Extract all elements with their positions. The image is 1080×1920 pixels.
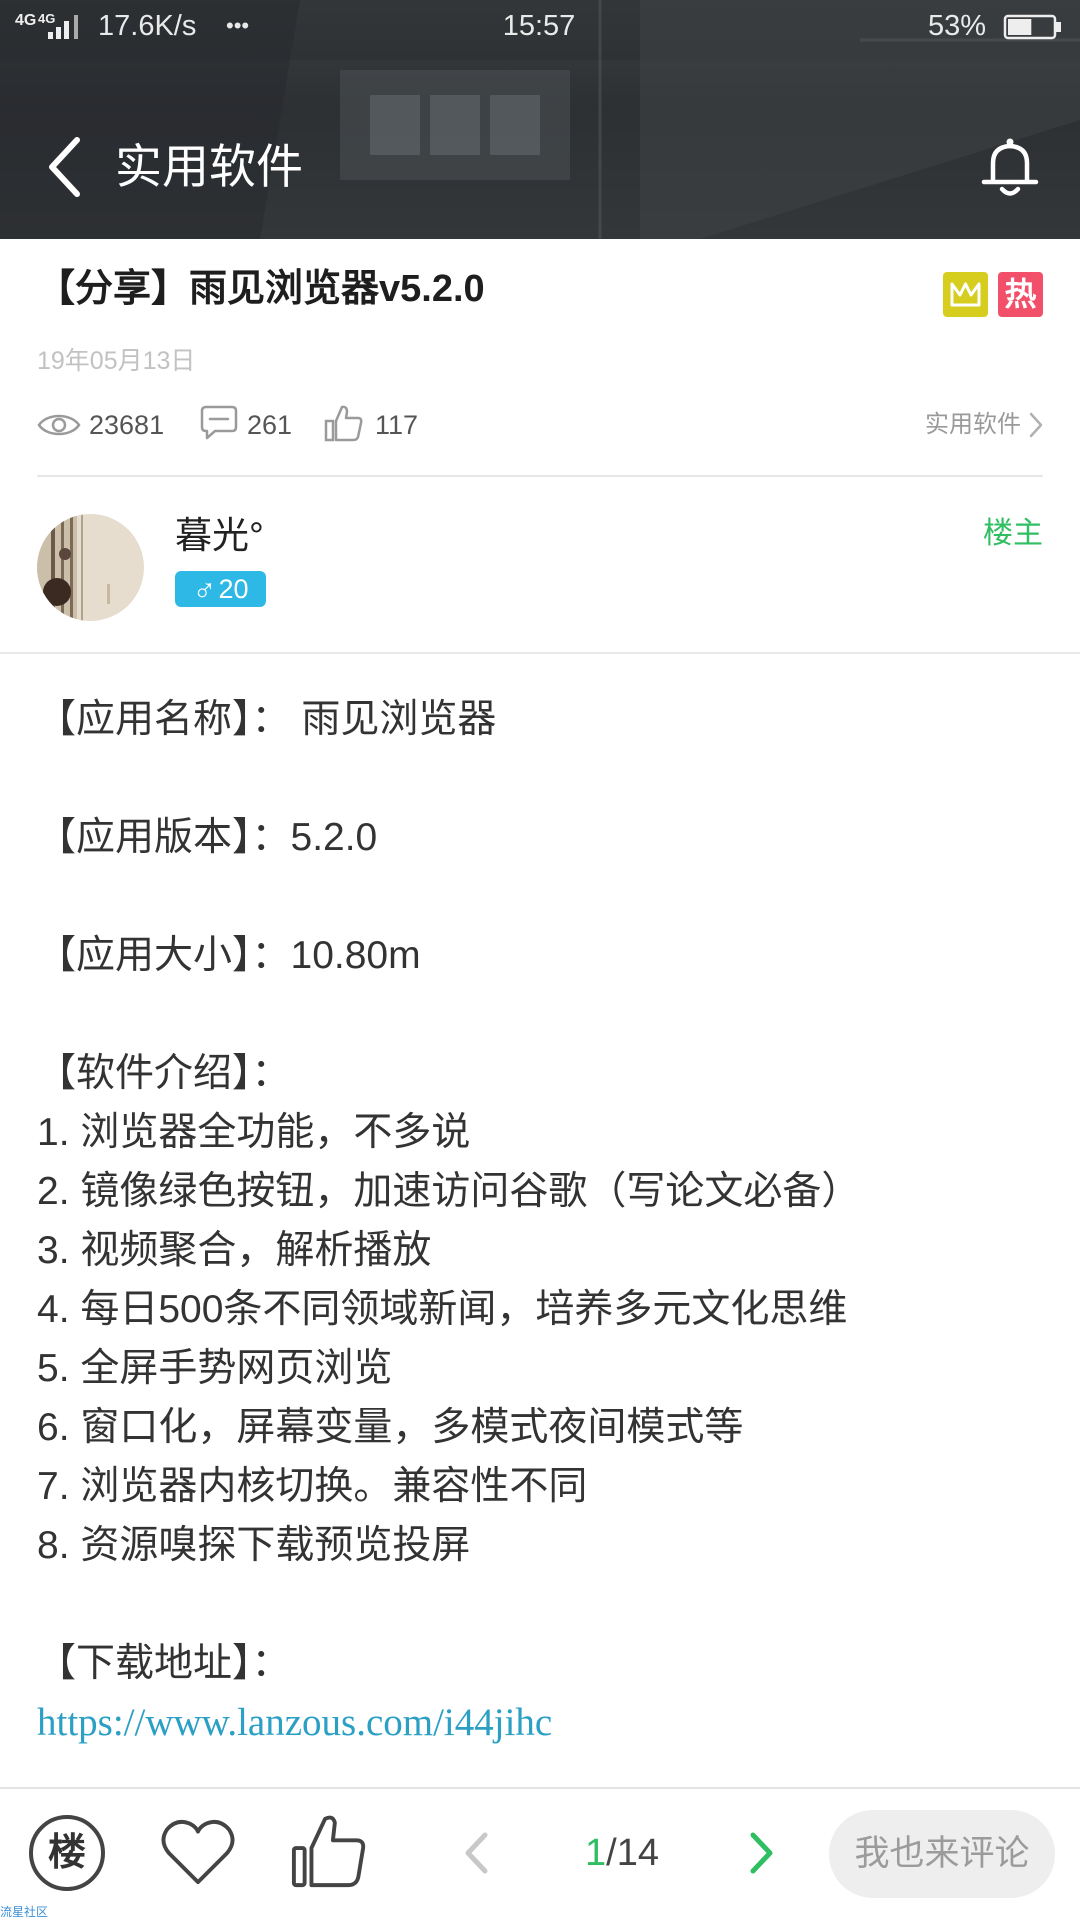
intro-item: 2. 镜像绿色按钮，加速访问谷歌（写论文必备） [37, 1170, 861, 1213]
thumbs-up-icon [324, 405, 363, 442]
heart-icon[interactable] [159, 1818, 237, 1888]
watermark: 流星社区 [0, 1905, 49, 1919]
page-indicator[interactable]: 1/14 [560, 1830, 684, 1876]
battery-icon [1003, 14, 1061, 40]
intro-item: 6. 窗口化，屏幕变量，多模式夜间模式等 [37, 1406, 744, 1449]
divider [37, 475, 1043, 477]
eye-icon [37, 414, 81, 436]
crown-icon [943, 272, 988, 317]
avatar[interactable] [37, 514, 144, 621]
signal-icon [48, 15, 78, 39]
user-level: 20 [218, 574, 249, 604]
chevron-left-icon[interactable] [46, 135, 82, 199]
intro-item: 4. 每日500条不同领域新闻，培养多元文化思维 [37, 1288, 848, 1331]
intro-heading: 【软件介绍】： [37, 1052, 291, 1095]
current-page: 1 [585, 1832, 607, 1874]
gender-level-badge: ♂ 20 [175, 571, 266, 607]
clock: 15:57 [502, 10, 576, 42]
intro-item: 8. 资源嗅探下载预览投屏 [37, 1524, 471, 1567]
comment-icon [200, 405, 238, 440]
next-page-icon[interactable] [749, 1831, 775, 1875]
post-title: 【分享】雨见浏览器v5.2.0 [37, 268, 485, 310]
app-version-line: 【应用版本】：5.2.0 [37, 816, 378, 859]
thumbs-up-icon[interactable] [290, 1812, 368, 1890]
intro-item: 7. 浏览器内核切换。兼容性不同 [37, 1465, 588, 1508]
male-icon: ♂ [192, 571, 217, 607]
hot-badge: 热 [998, 272, 1043, 317]
page-title: 实用软件 [115, 140, 303, 193]
comment-count: 261 [247, 410, 293, 440]
previous-page-icon[interactable] [463, 1831, 489, 1875]
floor-jump-icon[interactable]: 楼 [29, 1815, 105, 1891]
total-pages: /14 [606, 1832, 659, 1874]
category-label: 实用软件 [925, 411, 1021, 438]
intro-item: 5. 全屏手势网页浏览 [37, 1347, 393, 1390]
like-count: 117 [375, 410, 419, 440]
bell-icon[interactable] [976, 134, 1044, 202]
category-link[interactable]: 实用软件 [925, 405, 1043, 445]
header-area: 4G 4G 17.6K/s ••• 15:57 53% 实用软件 [0, 0, 1080, 239]
download-heading: 【下载地址】： [37, 1642, 291, 1685]
intro-item: 3. 视频聚合，解析播放 [37, 1229, 432, 1272]
divider [0, 652, 1080, 654]
post-content: 【应用名称】： 雨见浏览器 【应用版本】：5.2.0 【应用大小】：10.80m… [37, 690, 1043, 1752]
app-name-line: 【应用名称】： 雨见浏览器 [37, 698, 497, 741]
network-type-1: 4G [15, 12, 37, 29]
author-name[interactable]: 暮光° [175, 513, 264, 559]
intro-item: 1. 浏览器全功能，不多说 [37, 1111, 471, 1154]
original-poster-label: 楼主 [983, 517, 1043, 550]
network-speed: 17.6K/s [98, 10, 197, 42]
battery-percent: 53% [927, 10, 986, 42]
app-size-line: 【应用大小】：10.80m [37, 934, 421, 977]
chevron-right-icon [1029, 412, 1043, 438]
status-overflow-dots: ••• [226, 13, 250, 38]
post-date: 19年05月13日 [37, 347, 196, 375]
download-link[interactable]: https://www.lanzous.com/i44jihc [37, 1693, 1043, 1752]
avatar-image [37, 514, 144, 621]
view-count: 23681 [89, 410, 165, 440]
comment-input-button[interactable]: 我也来评论 [829, 1810, 1055, 1898]
